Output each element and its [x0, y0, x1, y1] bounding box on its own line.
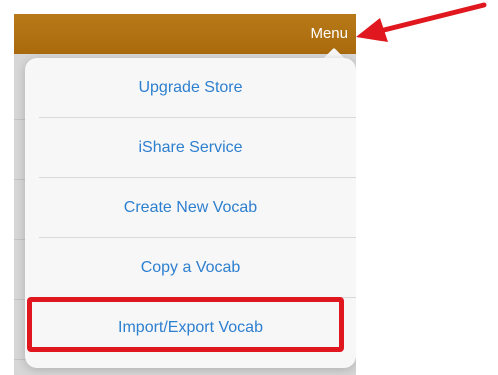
menu-item-ishare-service[interactable]: iShare Service — [25, 118, 356, 177]
top-navigation-bar: Menu — [14, 14, 356, 54]
menu-item-upgrade-store[interactable]: Upgrade Store — [25, 58, 356, 117]
highlight-annotation-box — [27, 297, 344, 352]
menu-item-copy-a-vocab[interactable]: Copy a Vocab — [25, 238, 356, 297]
menu-item-create-new-vocab[interactable]: Create New Vocab — [25, 178, 356, 237]
menu-button[interactable]: Menu — [310, 24, 348, 44]
